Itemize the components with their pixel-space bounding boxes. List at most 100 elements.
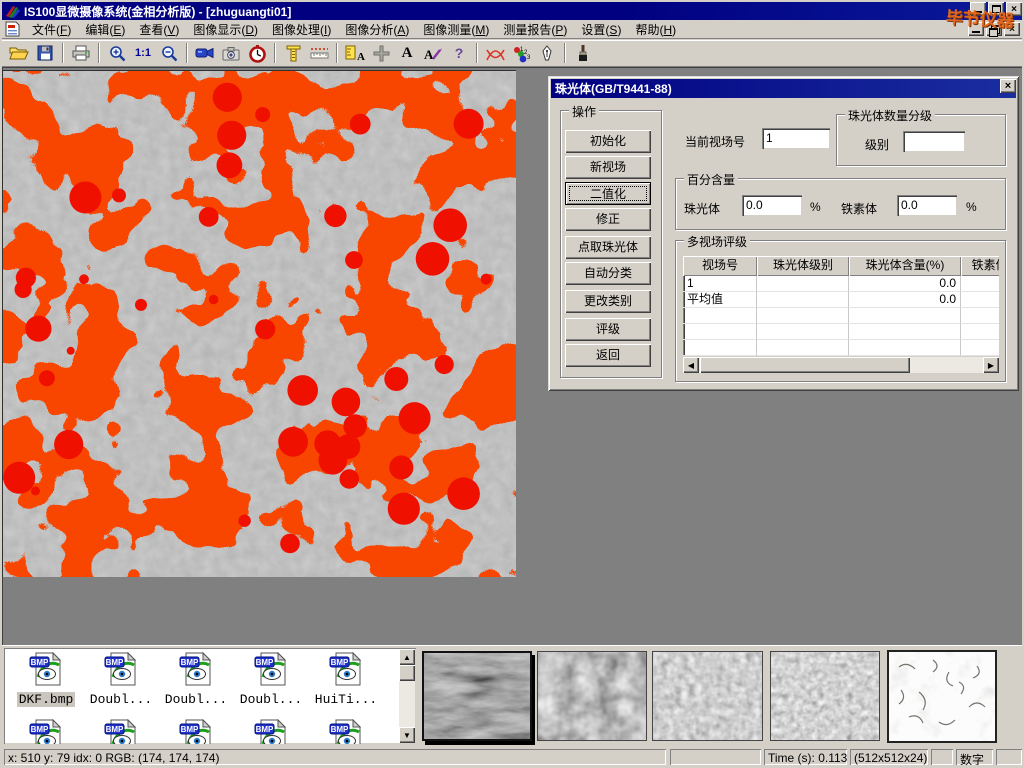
toolbar-separator xyxy=(274,43,276,63)
rate-button[interactable]: 评级 xyxy=(565,318,651,341)
thumbnail-1[interactable] xyxy=(422,651,532,741)
scroll-left-button[interactable]: ◀ xyxy=(683,357,699,373)
caliper-button[interactable] xyxy=(281,42,306,65)
table-row[interactable] xyxy=(683,340,999,356)
col-pearlite-content[interactable]: 珠光体含量(%) xyxy=(849,256,961,276)
rating-table[interactable]: 视场号 珠光体级别 珠光体含量(%) 铁素体含量(%) 10.0 平均值0.0 xyxy=(683,256,999,356)
brush-tool-button[interactable] xyxy=(571,42,596,65)
file-name[interactable]: Doubl... xyxy=(163,692,229,707)
help-button[interactable]: ? xyxy=(447,42,472,65)
ferrite-unit: % xyxy=(966,200,977,214)
rating-table-header: 视场号 珠光体级别 珠光体含量(%) 铁素体含量(%) xyxy=(683,256,999,276)
col-field-no[interactable]: 视场号 xyxy=(683,256,757,276)
file-list[interactable]: DKF.bmp Doubl... Doubl... Doubl... HuiTi… xyxy=(4,648,416,744)
rating-group-label: 多视场评级 xyxy=(684,233,750,250)
table-hscrollbar[interactable]: ◀ ▶ xyxy=(683,357,999,373)
measure-label-button[interactable]: A xyxy=(343,42,368,65)
menu-view[interactable]: 查看(V) xyxy=(132,19,186,40)
menu-settings[interactable]: 设置(S) xyxy=(574,19,628,40)
file-item[interactable]: Doubl... xyxy=(85,652,157,707)
file-item[interactable] xyxy=(160,719,232,744)
binarize-button[interactable]: 二值化 xyxy=(565,182,651,205)
col-pearlite-grade[interactable]: 珠光体级别 xyxy=(757,256,849,276)
timer-button[interactable] xyxy=(245,42,270,65)
print-button[interactable] xyxy=(69,42,94,65)
current-field-input[interactable]: 1 xyxy=(762,128,830,149)
dialog-close-button[interactable]: × xyxy=(1000,79,1016,93)
thumbnail-2[interactable] xyxy=(537,651,647,741)
calibration-points-button[interactable]: 123 xyxy=(509,42,534,65)
correct-button[interactable]: 修正 xyxy=(565,208,651,231)
file-item[interactable]: DKF.bmp xyxy=(10,652,82,707)
menu-bar: 文件(F) 编辑(E) 查看(V) 图像显示(D) 图像处理(I) 图像分析(A… xyxy=(2,20,1022,39)
pen-tool-button[interactable] xyxy=(535,42,560,65)
file-item[interactable]: Doubl... xyxy=(160,652,232,707)
auto-classify-button[interactable]: 自动分类 xyxy=(565,262,651,285)
menu-file[interactable]: 文件(F) xyxy=(25,19,78,40)
file-item[interactable]: Doubl... xyxy=(235,652,307,707)
zoom-out-button[interactable] xyxy=(157,42,182,65)
zoom-in-button[interactable] xyxy=(105,42,130,65)
file-item[interactable] xyxy=(10,719,82,744)
table-row[interactable]: 10.0 xyxy=(683,276,999,292)
video-capture-button[interactable] xyxy=(193,42,218,65)
file-item[interactable] xyxy=(235,719,307,744)
window-title: IS100显微摄像系统(金相分析版) - [zhuguangti01] xyxy=(24,3,291,20)
toolbar-separator xyxy=(62,43,64,63)
scroll-thumb[interactable] xyxy=(700,357,910,373)
specimen-image[interactable] xyxy=(2,70,516,577)
file-item[interactable]: HuiTi... xyxy=(310,652,382,707)
grade-input[interactable] xyxy=(903,131,965,152)
application-window: BMP IS100显微摄像系统(金相分析版) - [zhuguangti01] … xyxy=(0,0,1024,768)
return-button[interactable]: 返回 xyxy=(565,344,651,367)
text-button[interactable]: A xyxy=(395,42,420,65)
menu-edit[interactable]: 编辑(E) xyxy=(78,19,132,40)
file-name[interactable]: DKF.bmp xyxy=(17,692,76,707)
thumbnail-5[interactable] xyxy=(887,650,997,743)
ferrite-percent-input[interactable]: 0.0 xyxy=(897,195,957,216)
table-row[interactable] xyxy=(683,308,999,324)
svg-text:A: A xyxy=(357,51,365,63)
pearlite-dialog: 珠光体(GB/T9441-88) × 操作 初始化 新视场 二值化 修正 点取珠… xyxy=(548,76,1019,391)
toolbar-separator xyxy=(564,43,566,63)
init-button[interactable]: 初始化 xyxy=(565,130,651,153)
toolbar-separator xyxy=(98,43,100,63)
scroll-down-button[interactable]: ▼ xyxy=(399,727,415,743)
save-button[interactable] xyxy=(33,42,58,65)
menu-image-analysis[interactable]: 图像分析(A) xyxy=(338,19,416,40)
pearlite-percent-input[interactable]: 0.0 xyxy=(742,195,802,216)
menu-image-process[interactable]: 图像处理(I) xyxy=(265,19,338,40)
camera-capture-button[interactable] xyxy=(219,42,244,65)
status-mode: 数字 xyxy=(956,749,993,765)
thumbnail-4[interactable] xyxy=(770,651,880,741)
dialog-title-bar[interactable]: 珠光体(GB/T9441-88) xyxy=(551,79,1016,98)
scroll-thumb[interactable] xyxy=(399,665,415,681)
text-edit-button[interactable]: A xyxy=(421,42,446,65)
document-icon[interactable] xyxy=(4,21,22,37)
move-button[interactable] xyxy=(369,42,394,65)
col-ferrite-content[interactable]: 铁素体含量(%) xyxy=(961,256,999,276)
thumbnail-3[interactable] xyxy=(652,651,763,741)
file-list-scrollbar[interactable]: ▲ ▼ xyxy=(399,649,415,743)
ruler-button[interactable] xyxy=(307,42,332,65)
file-item[interactable] xyxy=(85,719,157,744)
scroll-right-button[interactable]: ▶ xyxy=(983,357,999,373)
curve-tool-button[interactable] xyxy=(483,42,508,65)
new-field-button[interactable]: 新视场 xyxy=(565,156,651,179)
file-name[interactable]: Doubl... xyxy=(88,692,154,707)
menu-report[interactable]: 测量报告(P) xyxy=(496,19,574,40)
file-name[interactable]: HuiTi... xyxy=(313,692,379,707)
actual-size-button[interactable]: 1:1 xyxy=(131,42,156,65)
file-item[interactable] xyxy=(310,719,382,744)
scroll-up-button[interactable]: ▲ xyxy=(399,649,415,665)
file-name[interactable]: Doubl... xyxy=(238,692,304,707)
status-position: x: 510 y: 79 idx: 0 RGB: (174, 174, 174) xyxy=(4,749,666,765)
open-button[interactable] xyxy=(7,42,32,65)
menu-image-measure[interactable]: 图像测量(M) xyxy=(416,19,496,40)
menu-image-display[interactable]: 图像显示(D) xyxy=(186,19,265,40)
menu-help[interactable]: 帮助(H) xyxy=(628,19,683,40)
table-row[interactable]: 平均值0.0 xyxy=(683,292,999,308)
table-row[interactable] xyxy=(683,324,999,340)
pick-pearlite-button[interactable]: 点取珠光体 xyxy=(565,236,651,259)
change-class-button[interactable]: 更改类别 xyxy=(565,290,651,313)
